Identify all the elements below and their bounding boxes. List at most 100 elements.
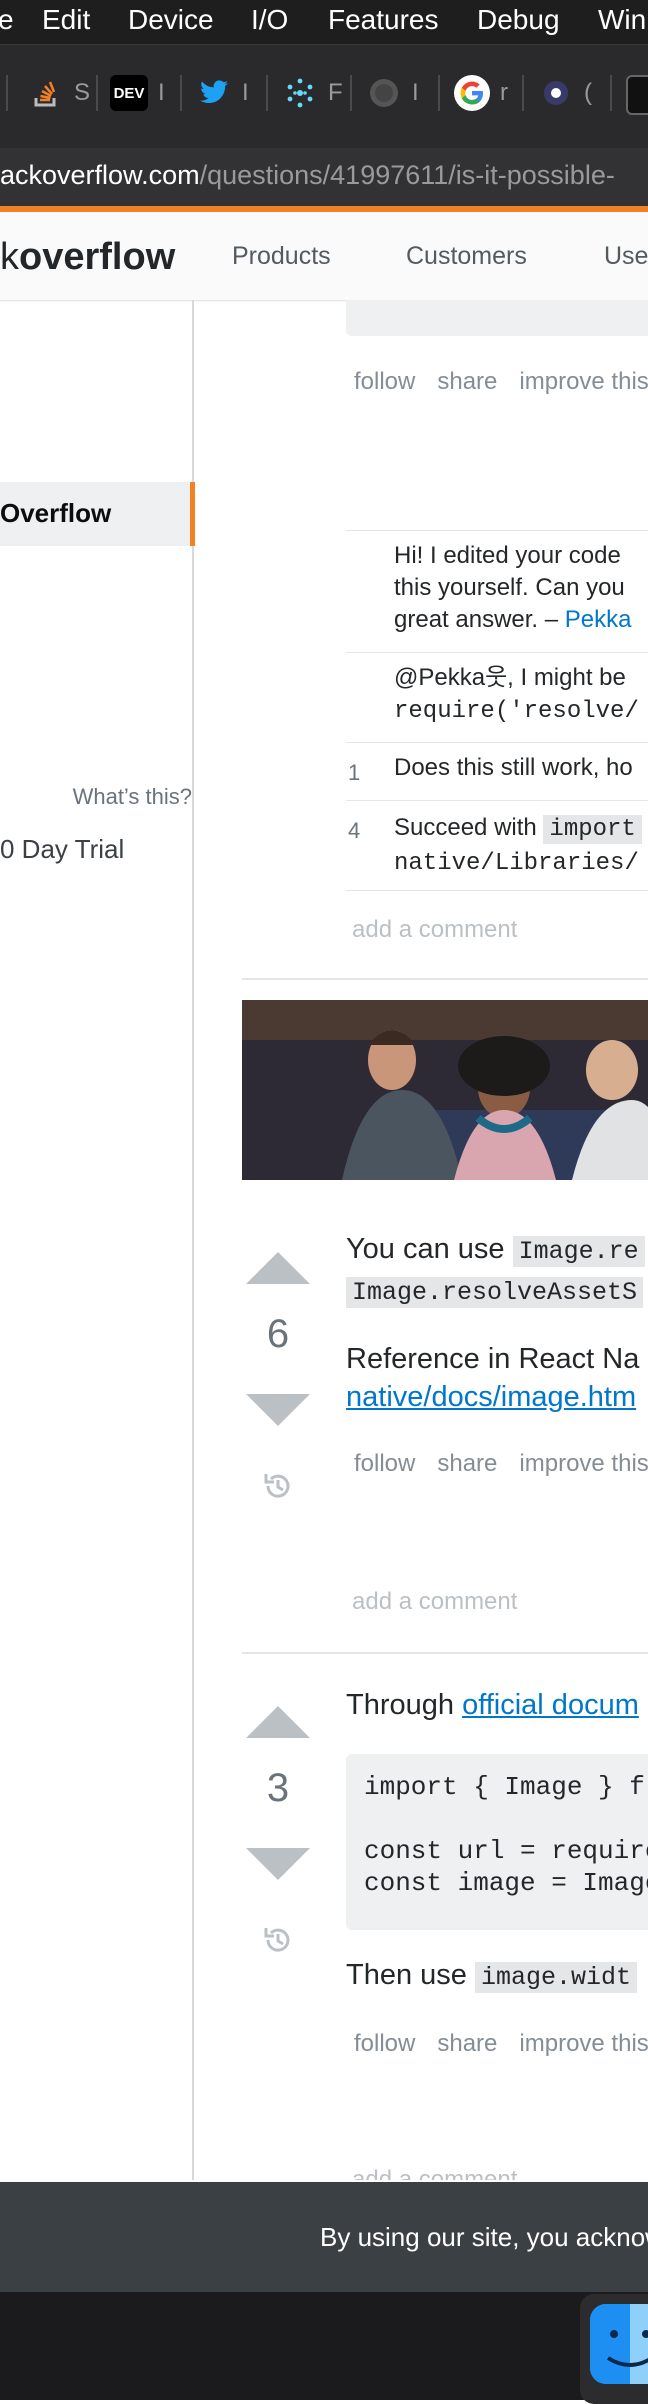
sidebar-divider <box>192 300 194 2180</box>
menu-item-device[interactable]: Device <box>128 4 214 36</box>
answer-body: Then use image.widt <box>346 1956 638 1997</box>
post-divider <box>242 978 648 980</box>
bookmarks-bar: S DEV I I F I r ( <box>0 44 648 149</box>
history-icon[interactable] <box>260 1922 296 1958</box>
vote-count: 3 <box>266 1766 290 1810</box>
nav-customers[interactable]: Customers <box>406 242 527 271</box>
react-icon <box>282 75 318 111</box>
bookmark-icon <box>538 75 574 111</box>
improve-link[interactable]: improve this <box>519 2030 648 2057</box>
vote-count: 6 <box>266 1312 290 1356</box>
comment-divider <box>346 890 648 891</box>
bookmark-label: S <box>74 79 91 106</box>
sidebar-item-label: Overflow <box>0 498 112 528</box>
google-icon <box>454 75 490 111</box>
bookmark-label: I <box>242 79 249 106</box>
upvote-button[interactable] <box>246 1252 310 1284</box>
react-native-docs-link[interactable]: native/docs/image.htm <box>346 1381 636 1413</box>
bookmark-other[interactable]: ( <box>538 73 592 113</box>
bookmark-globe[interactable]: I <box>366 73 419 113</box>
site-logo[interactable]: koverflow <box>0 236 175 279</box>
bookmark-stackoverflow[interactable]: S <box>28 73 90 113</box>
bookmark-separator <box>266 75 268 111</box>
bookmark-separator <box>438 75 440 111</box>
improve-link[interactable]: improve this <box>519 368 648 395</box>
follow-link[interactable]: follow <box>354 368 415 395</box>
cookie-notice-text: By using our site, you acknow <box>320 2222 648 2252</box>
address-bar[interactable]: ackoverflow.com/questions/41997611/is-it… <box>0 148 648 206</box>
question-post-menu: follow share improve this <box>354 368 648 396</box>
follow-link[interactable]: follow <box>354 1450 415 1477</box>
downvote-button[interactable] <box>246 1394 310 1426</box>
comment: Succeed with import native/Libraries/ <box>394 812 642 880</box>
finder-icon[interactable] <box>590 2304 648 2384</box>
comment: @Pekka웃, I might be require('resolve/ <box>394 664 639 725</box>
code-block <box>346 300 648 336</box>
main-content: follow share improve this Hi! I edited you… <box>242 300 648 2180</box>
upvote-button[interactable] <box>246 1706 310 1738</box>
add-comment-link[interactable]: add a comment <box>352 916 517 944</box>
answer-post-menu: follow share improve this <box>354 2030 648 2058</box>
bookmark-label: r <box>500 79 508 106</box>
official-docs-link[interactable]: official docum <box>462 1689 639 1721</box>
bookmark-separator <box>6 75 8 111</box>
code-block: import { Image } f const url = require c… <box>346 1754 648 1930</box>
share-link[interactable]: share <box>437 2030 497 2057</box>
comment-divider <box>346 652 648 653</box>
menu-item-edit[interactable]: Edit <box>42 4 90 36</box>
comment-score: 1 <box>348 760 361 785</box>
url-host: ackoverflow.com <box>0 160 200 190</box>
answer-body: Reference in React Na native/docs/image.… <box>346 1343 640 1413</box>
improve-link[interactable]: improve this <box>519 1450 648 1477</box>
answer-body: You can use Image.re Image.resolveAssetS <box>346 1230 645 1312</box>
dock <box>0 2292 648 2404</box>
comment-divider <box>346 742 648 743</box>
comment-divider <box>346 800 648 801</box>
history-icon[interactable] <box>260 1468 296 1504</box>
bookmark-twitter[interactable]: I <box>196 73 249 113</box>
answer-body: Through official docum <box>346 1689 639 1721</box>
bookmark-dev[interactable]: DEV I <box>110 73 165 113</box>
comment: Hi! I edited your code this yourself. Ca… <box>394 542 632 633</box>
menu-item-io[interactable]: I/O <box>251 4 288 36</box>
bookmark-label: I <box>412 79 419 106</box>
menu-item-features[interactable]: Features <box>328 4 439 36</box>
dev-icon: DEV <box>110 75 148 111</box>
comment-user-link[interactable]: Pekka <box>565 606 632 633</box>
ad-banner-image[interactable] <box>242 1000 648 1180</box>
comment: Does this still work, ho <box>394 754 633 781</box>
globe-icon <box>366 75 402 111</box>
bookmark-separator <box>610 75 612 111</box>
downvote-button[interactable] <box>246 1848 310 1880</box>
comment-divider <box>346 530 648 531</box>
url-path: /questions/41997611/is-it-possible- <box>199 160 615 190</box>
bookmark-label: I <box>158 79 165 106</box>
answer-post-menu: follow share improve this <box>354 1450 648 1478</box>
site-header: koverflow Products Customers Use <box>0 212 648 301</box>
github-icon[interactable] <box>626 75 648 115</box>
share-link[interactable]: share <box>437 368 497 395</box>
menu-item-file[interactable]: e <box>0 4 14 36</box>
bookmark-separator <box>96 75 98 111</box>
menu-item-window[interactable]: Win <box>598 4 646 36</box>
bookmark-separator <box>522 75 524 111</box>
free-trial-link[interactable]: 0 Day Trial <box>0 834 124 865</box>
whats-this-link[interactable]: What’s this? <box>73 784 192 810</box>
stackoverflow-icon <box>28 75 64 111</box>
share-link[interactable]: share <box>437 1450 497 1477</box>
follow-link[interactable]: follow <box>354 2030 415 2057</box>
bookmark-react[interactable]: F <box>282 73 343 113</box>
menu-bar: e Edit Device I/O Features Debug Win <box>0 0 648 44</box>
bookmark-google[interactable]: r <box>454 73 508 113</box>
add-comment-link[interactable]: add a comment <box>352 1588 517 1616</box>
sidebar-item-stack-overflow[interactable]: Overflow <box>0 482 195 546</box>
comment-score: 4 <box>348 818 361 843</box>
menu-item-debug[interactable]: Debug <box>477 4 560 36</box>
bookmark-separator <box>180 75 182 111</box>
cookie-notice: By using our site, you acknow <box>0 2182 648 2292</box>
post-divider <box>242 1652 648 1654</box>
nav-use-cases[interactable]: Use <box>604 242 648 271</box>
bookmark-label: F <box>328 79 343 106</box>
nav-products[interactable]: Products <box>232 242 331 271</box>
add-comment-link[interactable]: add a comment <box>352 2166 517 2180</box>
